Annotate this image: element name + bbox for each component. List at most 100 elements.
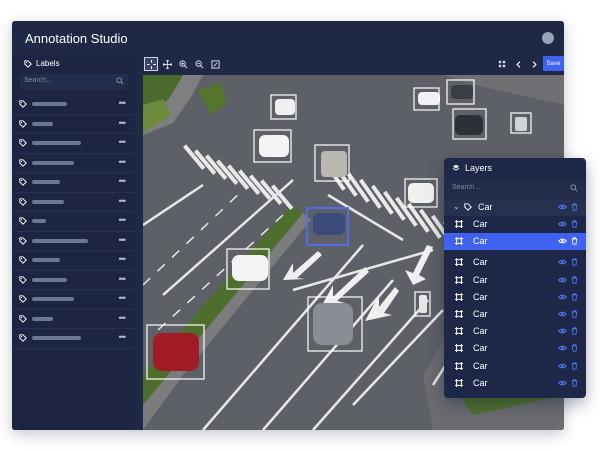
trash-icon[interactable] xyxy=(571,362,578,370)
eye-icon[interactable] xyxy=(558,327,567,335)
trash-icon[interactable] xyxy=(571,293,578,301)
more-options-icon[interactable]: ••• xyxy=(119,274,127,284)
layer-item[interactable]: Car xyxy=(444,216,586,233)
bounding-box-icon xyxy=(455,344,463,353)
eye-icon[interactable] xyxy=(558,379,567,387)
bounding-box-icon xyxy=(455,310,463,318)
more-options-icon[interactable]: ••• xyxy=(119,254,127,264)
more-options-icon[interactable]: ••• xyxy=(119,313,127,323)
label-row[interactable]: ••• xyxy=(12,95,134,115)
fit-view-button[interactable] xyxy=(208,57,222,71)
label-row[interactable]: ••• xyxy=(12,290,134,310)
next-image-button[interactable] xyxy=(527,57,541,71)
save-button[interactable]: Save xyxy=(543,56,564,71)
tag-icon xyxy=(19,119,27,128)
chevron-down-icon[interactable]: ⌄ xyxy=(453,202,460,211)
bounding-box-icon xyxy=(455,378,463,387)
eye-icon[interactable] xyxy=(558,220,567,228)
label-row[interactable]: ••• xyxy=(12,271,134,290)
bounding-box-icon xyxy=(455,327,463,336)
eye-icon[interactable] xyxy=(558,258,567,266)
label-name-placeholder xyxy=(32,199,64,204)
label-row[interactable]: ••• xyxy=(12,115,134,134)
label-name-placeholder xyxy=(32,102,67,106)
tag-icon xyxy=(19,275,27,284)
tag-icon xyxy=(19,217,27,225)
more-options-icon[interactable]: ••• xyxy=(119,293,127,303)
eye-icon[interactable] xyxy=(558,203,567,211)
chevron-left-icon xyxy=(515,60,520,68)
zoom-out-button[interactable] xyxy=(192,57,206,71)
layer-item-label: Car xyxy=(473,236,488,247)
trash-icon[interactable] xyxy=(571,237,578,245)
trash-icon[interactable] xyxy=(571,327,578,335)
label-row[interactable]: ••• xyxy=(12,212,134,232)
more-options-icon[interactable]: ••• xyxy=(119,235,127,245)
pan-tool-button[interactable] xyxy=(160,57,174,71)
app-title: Annotation Studio xyxy=(25,31,128,46)
layer-item[interactable]: Car xyxy=(444,289,586,306)
label-name-placeholder xyxy=(32,219,46,223)
grid-view-button[interactable] xyxy=(495,57,509,71)
layer-item[interactable]: Car xyxy=(444,233,586,251)
tag-icon xyxy=(19,158,27,167)
bounding-box-icon xyxy=(455,220,463,228)
trash-icon[interactable] xyxy=(571,344,578,352)
select-tool-button[interactable] xyxy=(144,57,158,71)
bounding-box-icon xyxy=(455,275,463,284)
more-options-icon[interactable]: ••• xyxy=(119,98,127,108)
labels-search-placeholder: Search... xyxy=(24,77,53,84)
layer-item[interactable]: Car xyxy=(444,358,586,375)
layer-item[interactable]: Car xyxy=(444,254,586,271)
avatar[interactable] xyxy=(542,32,554,44)
eye-icon[interactable] xyxy=(558,237,567,245)
more-options-icon[interactable]: ••• xyxy=(119,137,127,147)
more-options-icon[interactable]: ••• xyxy=(119,332,127,342)
label-row[interactable]: ••• xyxy=(12,329,134,349)
label-row[interactable]: ••• xyxy=(12,134,134,154)
tag-icon xyxy=(19,256,27,264)
trash-icon[interactable] xyxy=(571,379,578,387)
eye-icon[interactable] xyxy=(558,276,567,284)
eye-icon[interactable] xyxy=(558,344,567,352)
tag-icon xyxy=(19,100,27,108)
label-name-placeholder xyxy=(32,180,60,184)
more-options-icon[interactable]: ••• xyxy=(119,157,127,167)
trash-icon[interactable] xyxy=(571,276,578,284)
label-row[interactable]: ••• xyxy=(12,154,134,173)
label-row[interactable]: ••• xyxy=(12,232,134,251)
more-options-icon[interactable]: ••• xyxy=(119,196,127,206)
label-name-placeholder xyxy=(32,316,53,321)
labels-search-input[interactable]: Search... xyxy=(20,74,128,90)
eye-icon[interactable] xyxy=(558,362,567,370)
eye-icon[interactable] xyxy=(558,293,567,301)
eye-icon[interactable] xyxy=(558,310,567,318)
layer-item[interactable]: Car xyxy=(444,375,586,392)
trash-icon[interactable] xyxy=(571,220,578,228)
layers-search-input[interactable]: Search... xyxy=(444,180,586,198)
previous-image-button[interactable] xyxy=(511,57,525,71)
trash-icon[interactable] xyxy=(571,203,578,211)
layer-item[interactable]: Car xyxy=(444,306,586,323)
more-options-icon[interactable]: ••• xyxy=(119,176,127,186)
label-row[interactable]: ••• xyxy=(12,173,134,193)
bounding-box-icon xyxy=(455,237,463,246)
bounding-box-icon xyxy=(455,258,463,267)
trash-icon[interactable] xyxy=(571,258,578,266)
label-row[interactable]: ••• xyxy=(12,310,134,329)
layer-item[interactable]: Car xyxy=(444,340,586,357)
layer-group-car[interactable]: ⌄ Car xyxy=(444,199,586,216)
layer-item[interactable]: Car xyxy=(444,323,586,340)
trash-icon[interactable] xyxy=(571,310,578,318)
tag-icon xyxy=(19,236,27,245)
zoom-in-button[interactable] xyxy=(176,57,190,71)
label-row[interactable]: ••• xyxy=(12,251,134,271)
layer-item[interactable]: Car xyxy=(444,272,586,289)
zoom-out-icon xyxy=(194,59,203,68)
more-options-icon[interactable]: ••• xyxy=(119,215,127,225)
tag-icon xyxy=(19,334,27,342)
label-row[interactable]: ••• xyxy=(12,193,134,212)
bounding-box-icon xyxy=(455,361,463,370)
more-options-icon[interactable]: ••• xyxy=(119,118,127,128)
tag-icon xyxy=(19,295,27,303)
